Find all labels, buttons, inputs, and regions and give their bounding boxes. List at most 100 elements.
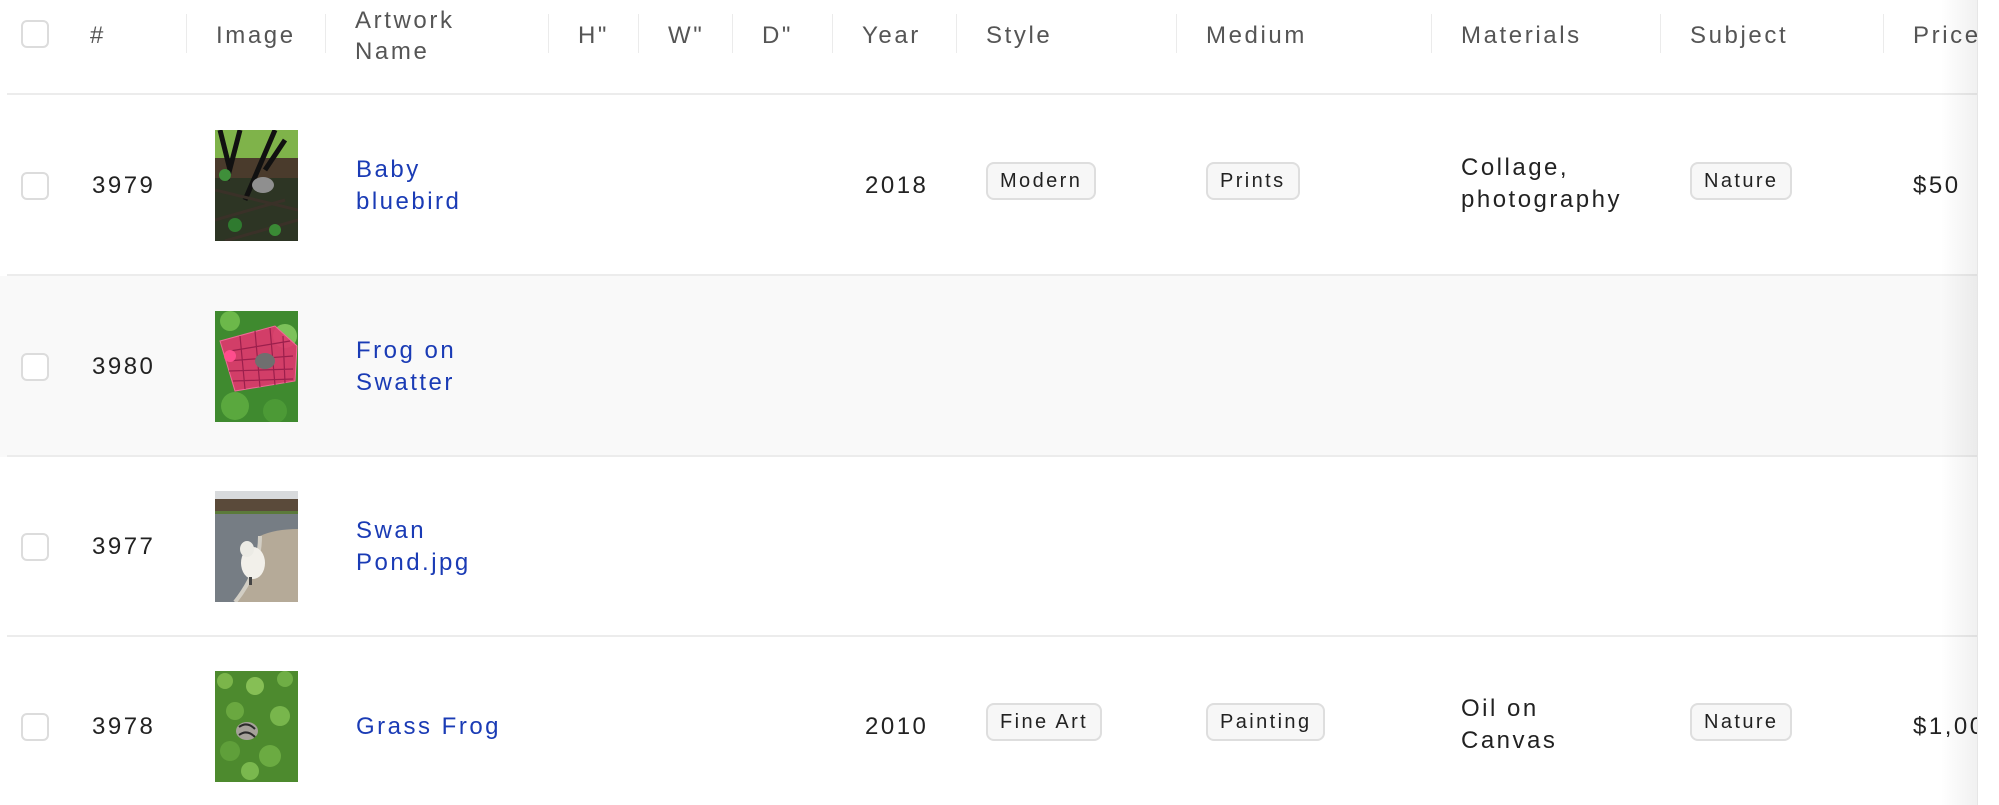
row-checkbox[interactable] — [21, 352, 49, 381]
price-cell: $1,000 — [1913, 636, 1978, 805]
medium-badge[interactable]: Prints — [1206, 161, 1300, 200]
artwork-name-line2: Pond.jpg — [356, 548, 471, 576]
column-header-image[interactable]: Image — [216, 0, 296, 95]
style-badge[interactable]: Fine Art — [986, 702, 1103, 741]
table-row[interactable]: 3977 Swan Pond.jpg — [0, 456, 1978, 637]
row-checkbox[interactable] — [21, 171, 49, 200]
id-cell: 3979 — [92, 95, 155, 276]
grass-frog-thumbnail[interactable] — [215, 671, 298, 782]
column-header-style-label: Style — [986, 22, 1053, 49]
subject-badge[interactable]: Nature — [1690, 702, 1793, 741]
column-divider[interactable] — [186, 14, 187, 53]
image-cell — [215, 276, 298, 457]
price-cell: $50 — [1913, 95, 1961, 276]
table-header: # Image Artwork Name H" W" D" Year Style… — [0, 0, 1978, 95]
medium-badge[interactable]: Painting — [1206, 702, 1326, 741]
materials-value: Collage, photography — [1461, 152, 1661, 216]
column-header-height[interactable]: H" — [578, 0, 609, 95]
artwork-name-link[interactable]: Grass Frog — [356, 711, 501, 743]
row-select-cell — [21, 636, 49, 805]
column-header-artwork-name-label: Artwork Name — [355, 7, 455, 65]
column-header-medium-label: Medium — [1206, 22, 1307, 49]
frog-on-swatter-thumbnail[interactable] — [215, 311, 298, 422]
materials-line1: Collage, — [1461, 154, 1570, 181]
column-divider[interactable] — [638, 14, 639, 53]
subject-badge[interactable]: Nature — [1690, 161, 1793, 200]
right-scroll-gutter[interactable] — [1978, 0, 1999, 805]
materials-cell: Oil on Canvas — [1461, 636, 1661, 805]
id-cell: 3978 — [92, 636, 155, 805]
column-header-medium[interactable]: Medium — [1206, 0, 1307, 95]
column-header-price[interactable]: Price — [1913, 0, 1978, 95]
artwork-name-cell: Swan Pond.jpg — [356, 456, 506, 637]
column-divider[interactable] — [325, 14, 326, 53]
column-header-subject-label: Subject — [1690, 22, 1789, 49]
column-divider[interactable] — [956, 14, 957, 53]
column-header-height-label: H" — [578, 22, 610, 49]
column-header-image-label: Image — [216, 22, 296, 49]
row-checkbox[interactable] — [21, 532, 49, 561]
column-header-subject[interactable]: Subject — [1690, 0, 1788, 95]
artwork-name-line2: Swatter — [356, 368, 455, 396]
artwork-name-line1: Frog on — [356, 336, 457, 364]
year-cell: 2010 — [865, 636, 928, 805]
header-select-cell — [21, 0, 49, 95]
row-select-cell — [21, 456, 49, 637]
year-value: 2010 — [865, 712, 929, 740]
artwork-id: 3977 — [92, 532, 156, 560]
grass-frog-image-icon — [215, 671, 298, 782]
id-cell: 3980 — [92, 276, 155, 457]
column-header-depth[interactable]: D" — [762, 0, 793, 95]
price-value: $50 — [1913, 171, 1961, 199]
table-row[interactable]: 3979 Baby bluebird 2018 Modern Prints Co… — [0, 95, 1978, 276]
column-divider[interactable] — [1660, 14, 1661, 53]
artwork-id: 3979 — [92, 171, 156, 199]
column-header-materials[interactable]: Materials — [1461, 0, 1582, 95]
swan-pond-thumbnail[interactable] — [215, 491, 298, 602]
column-divider[interactable] — [732, 14, 733, 53]
column-header-year[interactable]: Year — [862, 0, 921, 95]
year-cell: 2018 — [865, 95, 928, 276]
select-all-checkbox[interactable] — [21, 20, 49, 48]
artwork-name-line1: Baby — [356, 155, 421, 183]
artwork-name-link[interactable]: Swan Pond.jpg — [356, 515, 506, 579]
table-row[interactable]: 3978 Grass Frog 2010 Fine Art Painting O… — [0, 636, 1978, 805]
style-badge[interactable]: Modern — [986, 161, 1097, 200]
artwork-table-viewport: # Image Artwork Name H" W" D" Year Style… — [0, 0, 1978, 805]
column-header-depth-label: D" — [762, 22, 794, 49]
artwork-name-cell: Baby bluebird — [356, 95, 506, 276]
column-divider[interactable] — [548, 14, 549, 53]
image-cell — [215, 636, 298, 805]
subject-cell: Nature — [1690, 95, 1793, 276]
column-header-artwork-name[interactable]: Artwork Name — [355, 0, 455, 95]
artwork-name-line1: Swan — [356, 516, 427, 544]
column-header-style[interactable]: Style — [986, 0, 1052, 95]
artwork-name-link[interactable]: Frog on Swatter — [356, 335, 506, 399]
column-divider[interactable] — [1176, 14, 1177, 53]
materials-cell: Collage, photography — [1461, 95, 1661, 276]
column-divider[interactable] — [1431, 14, 1432, 53]
medium-cell: Painting — [1206, 636, 1326, 805]
column-divider[interactable] — [832, 14, 833, 53]
column-header-price-label: Price — [1913, 22, 1978, 49]
row-select-cell — [21, 276, 49, 457]
column-header-width[interactable]: W" — [668, 0, 704, 95]
row-checkbox[interactable] — [21, 712, 49, 741]
column-divider[interactable] — [1883, 14, 1884, 53]
column-header-materials-label: Materials — [1461, 22, 1582, 49]
artwork-name-line2: bluebird — [356, 187, 462, 215]
style-cell: Fine Art — [986, 636, 1103, 805]
column-header-id[interactable]: # — [90, 0, 106, 95]
image-cell — [215, 95, 298, 276]
artwork-name-cell: Frog on Swatter — [356, 276, 506, 457]
swan-pond-image-icon — [215, 491, 298, 602]
artwork-name-cell: Grass Frog — [356, 636, 501, 805]
materials-line2: Canvas — [1461, 727, 1558, 754]
column-header-id-label: # — [90, 22, 106, 49]
table-row[interactable]: 3980 Frog on Swatter — [0, 276, 1978, 457]
subject-cell: Nature — [1690, 636, 1793, 805]
baby-bluebird-thumbnail[interactable] — [215, 130, 298, 241]
artwork-name-link[interactable]: Baby bluebird — [356, 154, 506, 218]
materials-value: Oil on Canvas — [1461, 693, 1661, 757]
style-cell: Modern — [986, 95, 1097, 276]
